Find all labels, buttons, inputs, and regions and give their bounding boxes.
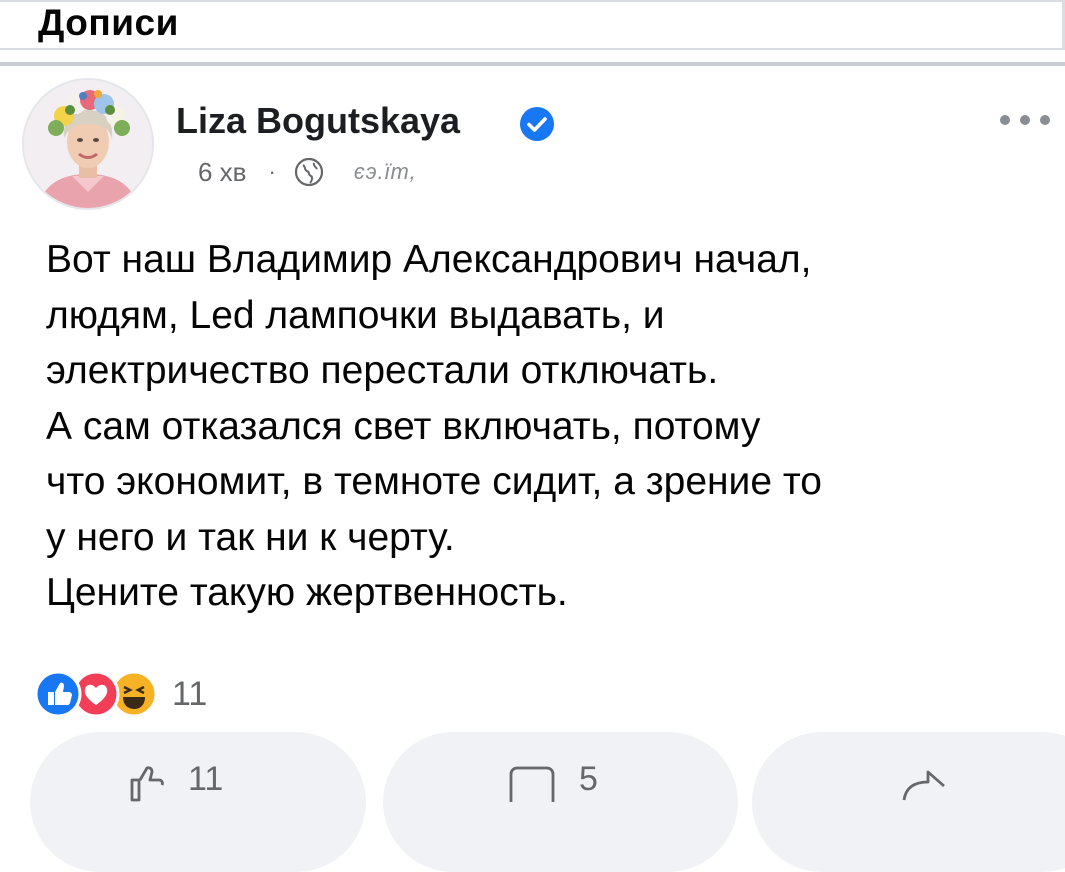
like-count: 11 bbox=[188, 760, 224, 798]
avatar[interactable] bbox=[22, 78, 154, 210]
reactions-summary[interactable]: 11 bbox=[34, 670, 207, 718]
post-text-line: что экономит, в темноте сидит, а зрение … bbox=[46, 460, 822, 503]
like-icon bbox=[34, 670, 82, 718]
post-time[interactable]: 6 хв bbox=[198, 157, 247, 188]
post-text: Вот наш Владимир Александрович начал, лю… bbox=[46, 232, 1046, 621]
post-text-line: людям, Led лампочки выдавать, и bbox=[46, 293, 665, 337]
post-text-line: электричество перестали отключать. bbox=[46, 349, 719, 392]
share-icon bbox=[902, 770, 945, 801]
page-title: Дописи bbox=[38, 2, 179, 43]
more-options-icon[interactable] bbox=[995, 108, 1055, 132]
post-text-line: А сам отказался свет включать, потому bbox=[46, 404, 761, 448]
post-text-line: Цените такую жертвенность. bbox=[46, 571, 568, 614]
reaction-count: 11 bbox=[172, 674, 208, 713]
share-button[interactable] bbox=[752, 732, 1065, 872]
post-meta: 6 хв · єэ.їт, bbox=[198, 155, 417, 189]
post-text-line: у него и так ни к черту. bbox=[46, 515, 455, 559]
action-bar: 11 5 bbox=[0, 732, 1065, 872]
avatar-image bbox=[24, 80, 152, 208]
divider bbox=[0, 48, 1065, 50]
globe-icon bbox=[294, 157, 323, 187]
post-text-line: Вот наш Владимир Александрович начал, bbox=[46, 238, 812, 281]
comment-icon bbox=[509, 766, 555, 802]
author-name[interactable]: Liza Bogutskaya bbox=[176, 100, 460, 142]
comment-count: 5 bbox=[579, 760, 598, 798]
like-button[interactable]: 11 bbox=[30, 732, 366, 872]
like-outline-icon bbox=[130, 766, 164, 802]
top-bar: Дописи bbox=[0, 0, 1065, 66]
comment-button[interactable]: 5 bbox=[383, 732, 738, 872]
separator-dot: · bbox=[268, 159, 276, 184]
verified-badge-icon bbox=[520, 107, 554, 141]
edited-label: єэ.їт, bbox=[353, 159, 417, 184]
